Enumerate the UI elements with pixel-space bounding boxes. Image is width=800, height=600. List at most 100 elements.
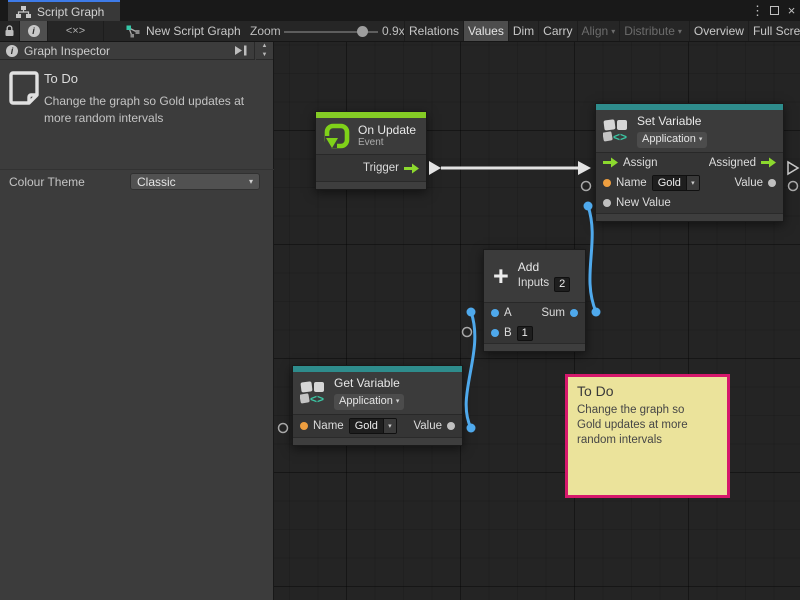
flow-output-arrow-icon[interactable] bbox=[404, 163, 419, 174]
node-title: Add bbox=[518, 260, 570, 274]
info-icon: i bbox=[28, 25, 40, 37]
canvas-sticky-note[interactable]: To Do Change the graph so Gold updates a… bbox=[565, 374, 730, 498]
node-footer bbox=[316, 181, 426, 189]
chevron-down-icon: ▾ bbox=[396, 398, 400, 406]
overview-button[interactable]: Overview bbox=[689, 21, 748, 41]
graph-inspector-header[interactable]: i Graph Inspector bbox=[0, 42, 255, 60]
graph-name-breadcrumb[interactable]: New Script Graph bbox=[126, 21, 241, 41]
value-output-port[interactable] bbox=[447, 422, 455, 430]
inputs-label: Inputs bbox=[518, 277, 549, 291]
a-input-port[interactable] bbox=[491, 309, 499, 317]
graph-toolbar: i <×> New Script Graph Zoom 0.9x Relatio… bbox=[0, 21, 800, 42]
value-port-label: Value bbox=[734, 177, 763, 189]
align-dropdown-button[interactable]: Align ▾ bbox=[577, 21, 620, 41]
chevron-down-icon: ▾ bbox=[699, 136, 703, 144]
on-update-loop-icon bbox=[323, 122, 351, 150]
toolbar-buttons: Relations Values Dim Carry Align ▾ Distr… bbox=[404, 21, 800, 41]
variable-scope-dropdown[interactable]: Application ▾ bbox=[637, 132, 707, 148]
scroll-up-button[interactable]: ▲ bbox=[256, 42, 273, 51]
kebab-menu-icon: ⋮ bbox=[751, 3, 764, 19]
tab-bar: Script Graph ⋮ × bbox=[0, 0, 800, 21]
maximize-button[interactable] bbox=[766, 0, 783, 21]
new-value-port-label: New Value bbox=[616, 197, 671, 209]
inspector-note-summary: To Do Change the graph so Gold updates a… bbox=[0, 61, 274, 169]
b-port-label: B bbox=[504, 327, 512, 339]
sticky-note-title: To Do bbox=[577, 383, 718, 399]
node-add[interactable]: + Add Inputs 2 A Sum B 1 bbox=[483, 249, 586, 352]
variable-name-dropdown[interactable]: Gold ▾ bbox=[652, 175, 700, 191]
on-update-header: On Update Event bbox=[316, 118, 426, 154]
set-variable-header: <> Set Variable Application ▾ bbox=[596, 110, 783, 152]
name-input-port[interactable] bbox=[603, 179, 611, 187]
triangle-up-icon: ▲ bbox=[262, 43, 268, 49]
script-graph-asset-icon bbox=[126, 25, 140, 38]
node-set-variable[interactable]: <> Set Variable Application ▾ Assign Ass… bbox=[595, 103, 784, 222]
flow-input-arrow-icon[interactable] bbox=[603, 157, 618, 168]
dock-panel-icon bbox=[234, 45, 248, 56]
a-port-row: A Sum bbox=[484, 303, 585, 323]
add-header: + Add Inputs 2 bbox=[484, 250, 585, 302]
colour-theme-select[interactable]: Classic ▾ bbox=[130, 173, 260, 190]
lock-icon bbox=[4, 25, 15, 37]
variable-name-value: Gold bbox=[653, 176, 686, 190]
colour-theme-value: Classic bbox=[137, 175, 176, 189]
graph-inspector-title: Graph Inspector bbox=[24, 44, 110, 58]
name-port-row: Name Gold ▾ Value bbox=[293, 415, 462, 437]
scroll-down-button[interactable]: ▼ bbox=[256, 51, 273, 60]
inspector-toggle-button[interactable]: i bbox=[20, 21, 48, 41]
a-port-label: A bbox=[504, 307, 512, 319]
zoom-label: Zoom bbox=[250, 21, 281, 41]
tab-script-graph[interactable]: Script Graph bbox=[8, 0, 120, 21]
node-title: On Update bbox=[358, 123, 416, 137]
distribute-dropdown-button[interactable]: Distribute ▾ bbox=[619, 21, 686, 41]
node-on-update[interactable]: On Update Event Trigger bbox=[315, 111, 427, 190]
trigger-port-row: Trigger bbox=[316, 155, 426, 181]
sticky-note-text: Change the graph so Gold updates at more… bbox=[577, 403, 705, 448]
code-view-button[interactable]: <×> bbox=[48, 21, 104, 41]
graph-inspector-panel: i Graph Inspector ▲ ▼ To Do Change the g… bbox=[0, 42, 274, 600]
new-value-input-port[interactable] bbox=[603, 199, 611, 207]
relations-button[interactable]: Relations bbox=[404, 21, 463, 41]
inspector-note-title: To Do bbox=[44, 71, 78, 86]
b-value-field[interactable]: 1 bbox=[517, 326, 533, 341]
name-input-port[interactable] bbox=[300, 422, 308, 430]
inputs-count-field[interactable]: 2 bbox=[554, 277, 570, 292]
assign-port-label: Assign bbox=[623, 157, 658, 169]
trigger-port-label: Trigger bbox=[363, 162, 399, 174]
full-screen-button[interactable]: Full Screen bbox=[748, 21, 800, 41]
sum-port-label: Sum bbox=[541, 307, 565, 319]
name-port-row: Name Gold ▾ Value bbox=[596, 173, 783, 193]
node-get-variable[interactable]: <> Get Variable Application ▾ Name Gold … bbox=[292, 365, 463, 446]
dock-panel-button[interactable] bbox=[234, 45, 248, 56]
dim-button[interactable]: Dim bbox=[508, 21, 538, 41]
plus-icon: + bbox=[493, 263, 509, 290]
sidebar-divider bbox=[0, 169, 274, 170]
colour-theme-row: Colour Theme Classic ▾ bbox=[0, 173, 274, 193]
lock-button[interactable] bbox=[0, 21, 20, 41]
variable-scope-dropdown[interactable]: Application ▾ bbox=[334, 394, 404, 410]
value-port-label: Value bbox=[413, 420, 442, 432]
inspector-note-text: Change the graph so Gold updates at more… bbox=[44, 93, 258, 128]
carry-button[interactable]: Carry bbox=[538, 21, 576, 41]
variable-name-value: Gold bbox=[350, 419, 383, 433]
maximize-icon bbox=[770, 6, 779, 15]
b-input-port[interactable] bbox=[491, 329, 499, 337]
variable-name-dropdown[interactable]: Gold ▾ bbox=[349, 418, 397, 434]
window-menu-button[interactable]: ⋮ bbox=[749, 0, 766, 21]
sum-output-port[interactable] bbox=[570, 309, 578, 317]
value-output-port[interactable] bbox=[768, 179, 776, 187]
zoom-value: 0.9x bbox=[382, 21, 405, 41]
values-button[interactable]: Values bbox=[463, 21, 508, 41]
close-icon: × bbox=[788, 3, 796, 18]
name-port-label: Name bbox=[313, 420, 344, 432]
close-button[interactable]: × bbox=[783, 0, 800, 21]
graph-name-label: New Script Graph bbox=[146, 24, 241, 38]
flow-output-arrow-icon[interactable] bbox=[761, 157, 776, 168]
node-subtitle: Event bbox=[358, 137, 416, 149]
chevron-down-icon: ▾ bbox=[686, 176, 699, 190]
node-footer bbox=[484, 343, 585, 351]
tab-title: Script Graph bbox=[37, 5, 104, 19]
zoom-slider-handle[interactable] bbox=[357, 26, 368, 37]
variable-scope-value: Application bbox=[642, 133, 696, 146]
node-title: Get Variable bbox=[334, 376, 404, 390]
